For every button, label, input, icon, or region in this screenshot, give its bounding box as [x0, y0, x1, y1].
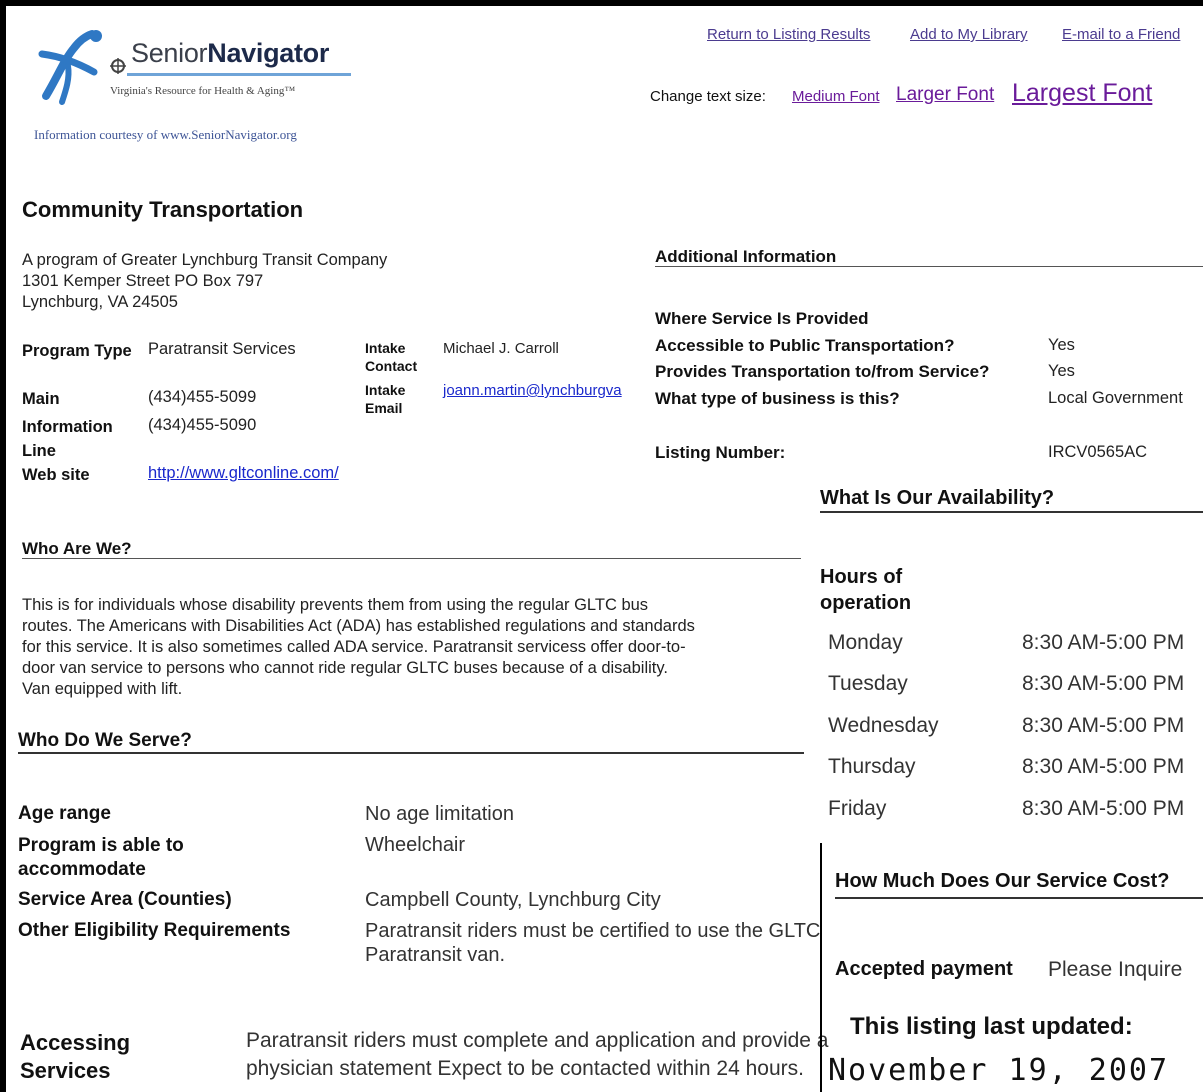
website-link[interactable]: http://www.gltconline.com/	[148, 464, 339, 483]
accessing-services-label: Accessing Services	[20, 1030, 131, 1083]
hours-day-wednesday: Wednesday	[828, 714, 939, 737]
accessible-label: Accessible to Public Transportation?	[655, 336, 955, 355]
hours-time-monday: 8:30 AM-5:00 PM	[1022, 631, 1185, 654]
text-size-label: Change text size:	[650, 88, 766, 105]
additional-info-heading: Additional Information	[655, 247, 837, 266]
larger-font-link[interactable]: Larger Font	[896, 84, 994, 106]
cost-panel-divider	[820, 843, 822, 1092]
address-line-2: 1301 Kemper Street PO Box 797	[22, 272, 264, 290]
business-type-value: Local Government	[1048, 389, 1183, 407]
last-updated-date: November 19, 2007	[828, 1053, 1170, 1088]
who-are-we-line: door van service to persons who cannot r…	[22, 659, 668, 677]
age-range-value: No age limitation	[365, 803, 514, 825]
medium-font-link[interactable]: Medium Font	[792, 88, 880, 105]
who-are-we-line: This is for individuals whose disability…	[22, 596, 649, 614]
logo-rule	[127, 73, 351, 76]
who-are-we-rule	[22, 558, 801, 559]
who-are-we-line: Van equipped with lift.	[22, 680, 183, 698]
hours-time-tuesday: 8:30 AM-5:00 PM	[1022, 672, 1185, 695]
accepted-payment-label: Accepted payment	[835, 958, 1013, 980]
info-line-value: (434)455-5090	[148, 416, 257, 434]
intake-contact-value: Michael J. Carroll	[443, 340, 559, 357]
program-type-label: Program Type	[22, 342, 132, 360]
accepted-payment-value: Please Inquire	[1048, 958, 1183, 981]
intake-email-label: Intake Email	[365, 382, 406, 416]
program-type-value: Paratransit Services	[148, 340, 296, 358]
service-area-label: Service Area (Counties)	[18, 889, 232, 910]
age-range-label: Age range	[18, 803, 111, 824]
website-label: Web site	[22, 466, 90, 484]
main-phone-label: Main	[22, 390, 60, 408]
who-are-we-heading: Who Are We?	[22, 539, 132, 558]
hours-day-monday: Monday	[828, 631, 903, 654]
email-friend-link[interactable]: E-mail to a Friend	[1062, 26, 1180, 43]
info-line-label: Information Line	[22, 418, 113, 460]
who-are-we-line: for this service. It is also sometimes c…	[22, 638, 686, 656]
who-we-serve-heading: Who Do We Serve?	[18, 730, 192, 751]
hours-time-friday: 8:30 AM-5:00 PM	[1022, 797, 1185, 820]
cost-rule	[835, 897, 1203, 899]
other-eligibility-value-line-1: Paratransit riders must be certified to …	[365, 920, 821, 942]
accessing-services-value-line-2: physician statement Expect to be contact…	[246, 1057, 804, 1080]
logo-wordmark: SeniorNavigator	[131, 38, 330, 68]
intake-contact-label: Intake Contact	[365, 340, 418, 374]
other-eligibility-label: Other Eligibility Requirements	[18, 920, 291, 941]
accommodate-label: Program is able to accommodate	[18, 835, 184, 880]
accessible-value: Yes	[1048, 336, 1075, 354]
listing-number-value: IRCV0565AC	[1048, 443, 1148, 461]
add-to-library-link[interactable]: Add to My Library	[910, 26, 1028, 43]
transport-label: Provides Transportation to/from Service?	[655, 362, 990, 381]
transport-value: Yes	[1048, 362, 1075, 380]
window-top-border	[0, 0, 1203, 6]
accommodate-value: Wheelchair	[365, 834, 466, 856]
accessing-services-value-line-1: Paratransit riders must complete and app…	[246, 1029, 829, 1052]
additional-info-rule	[655, 266, 1203, 267]
who-are-we-line: routes. The Americans with Disabilities …	[22, 617, 695, 635]
availability-rule	[820, 511, 1203, 513]
return-to-results-link[interactable]: Return to Listing Results	[707, 26, 870, 43]
availability-heading: What Is Our Availability?	[820, 487, 1055, 509]
page-title: Community Transportation	[22, 197, 304, 222]
window-left-border	[0, 0, 6, 1092]
main-phone-value: (434)455-5099	[148, 388, 257, 406]
cost-heading: How Much Does Our Service Cost?	[835, 870, 1170, 892]
hours-day-tuesday: Tuesday	[828, 672, 908, 695]
hours-time-wednesday: 8:30 AM-5:00 PM	[1022, 714, 1185, 737]
where-provided-label: Where Service Is Provided	[655, 309, 869, 328]
largest-font-link[interactable]: Largest Font	[1012, 79, 1152, 108]
hours-day-thursday: Thursday	[828, 755, 916, 778]
business-type-label: What type of business is this?	[655, 389, 900, 408]
address-line-3: Lynchburg, VA 24505	[22, 293, 178, 311]
hours-time-thursday: 8:30 AM-5:00 PM	[1022, 755, 1185, 778]
intake-email-link[interactable]: joann.martin@lynchburgva	[443, 382, 622, 399]
last-updated-label: This listing last updated:	[850, 1013, 1133, 1040]
listing-number-label: Listing Number:	[655, 443, 786, 462]
other-eligibility-value-line-2: Paratransit van.	[365, 944, 506, 966]
logo-tagline: Virginia's Resource for Health & Aging™	[110, 85, 296, 97]
hours-day-friday: Friday	[828, 797, 887, 820]
address-line-1: A program of Greater Lynchburg Transit C…	[22, 251, 388, 269]
who-we-serve-rule	[18, 752, 804, 754]
hours-of-operation-label: Hours of operation	[820, 566, 912, 614]
courtesy-text: Information courtesy of www.SeniorNaviga…	[34, 127, 297, 142]
service-area-value: Campbell County, Lynchburg City	[365, 889, 661, 911]
